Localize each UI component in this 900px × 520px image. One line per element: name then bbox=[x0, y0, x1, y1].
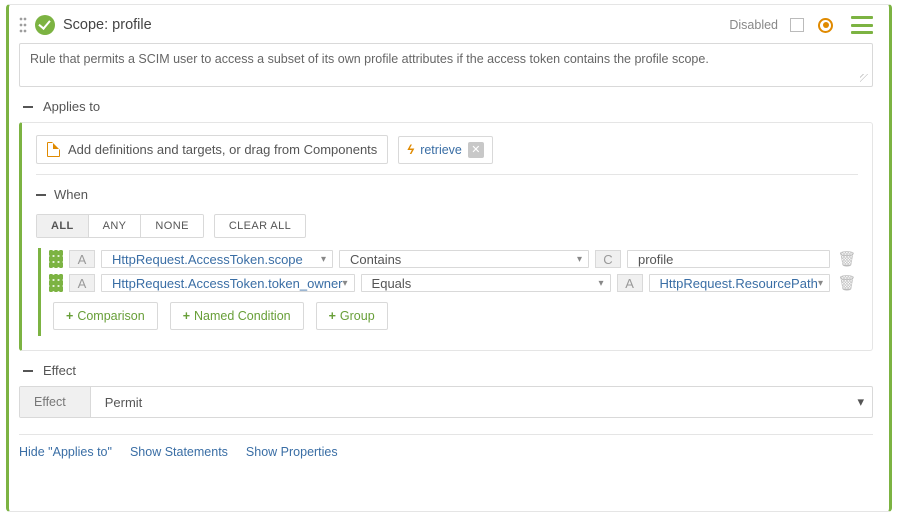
chevron-down-icon: ▾ bbox=[577, 254, 582, 265]
attribute-select[interactable]: HttpRequest.AccessToken.token_owner▾ bbox=[101, 274, 355, 292]
operand-type-tag[interactable]: C bbox=[595, 250, 621, 268]
drag-handle-icon[interactable] bbox=[49, 250, 63, 268]
disabled-label: Disabled bbox=[729, 18, 778, 32]
status-radio-icon[interactable] bbox=[818, 18, 833, 33]
applies-to-label: Applies to bbox=[43, 99, 100, 114]
lightning-icon: ϟ bbox=[407, 142, 414, 157]
retrieve-label: retrieve bbox=[420, 143, 462, 157]
attribute-select[interactable]: HttpRequest.AccessToken.scope▾ bbox=[101, 250, 333, 268]
operand-type-tag[interactable]: A bbox=[69, 250, 95, 268]
chevron-down-icon: ▾ bbox=[321, 254, 326, 265]
footer-links: Hide "Applies to" Show Statements Show P… bbox=[19, 434, 873, 459]
add-group-button[interactable]: +Group bbox=[316, 302, 388, 330]
menu-icon[interactable] bbox=[851, 16, 873, 34]
conditions-block: A HttpRequest.AccessToken.scope▾ Contain… bbox=[38, 248, 858, 336]
show-statements-link[interactable]: Show Statements bbox=[130, 445, 228, 459]
rule-description[interactable]: Rule that permits a SCIM user to access … bbox=[19, 43, 873, 87]
add-named-condition-button[interactable]: +Named Condition bbox=[170, 302, 304, 330]
effect-section-label: Effect bbox=[43, 363, 76, 378]
applies-to-header[interactable]: Applies to bbox=[23, 99, 873, 114]
plus-icon: + bbox=[183, 309, 190, 323]
status-enabled-icon bbox=[35, 15, 55, 35]
clear-all-button[interactable]: CLEAR ALL bbox=[214, 214, 306, 238]
rule-title: Scope: profile bbox=[63, 17, 152, 33]
logic-all-button[interactable]: ALL bbox=[37, 215, 89, 237]
chevron-down-icon: ▾ bbox=[343, 278, 348, 289]
operator-select[interactable]: Equals▾ bbox=[361, 274, 611, 292]
chevron-down-icon: ▾ bbox=[818, 278, 823, 289]
operator-select[interactable]: Contains▾ bbox=[339, 250, 589, 268]
when-label: When bbox=[54, 187, 88, 202]
effect-row: Effect Permit ▾ bbox=[19, 386, 873, 418]
plus-icon: + bbox=[329, 309, 336, 323]
definitions-hint: Add definitions and targets, or drag fro… bbox=[68, 142, 377, 157]
chevron-down-icon: ▾ bbox=[857, 394, 864, 410]
plus-icon: + bbox=[66, 309, 73, 323]
collapse-icon[interactable] bbox=[23, 370, 33, 372]
trash-icon[interactable]: 🗑 bbox=[836, 274, 858, 292]
operand-type-tag[interactable]: A bbox=[617, 274, 643, 292]
effect-field-label: Effect bbox=[20, 387, 91, 417]
trash-icon[interactable]: 🗑 bbox=[836, 250, 858, 268]
logic-any-button[interactable]: ANY bbox=[89, 215, 142, 237]
effect-header[interactable]: Effect bbox=[23, 363, 873, 378]
hide-applies-to-link[interactable]: Hide "Applies to" bbox=[19, 445, 112, 459]
attribute-select[interactable]: HttpRequest.ResourcePath▾ bbox=[649, 274, 830, 292]
collapse-icon[interactable] bbox=[23, 106, 33, 108]
condition-row: A HttpRequest.AccessToken.token_owner▾ E… bbox=[49, 274, 858, 292]
document-plus-icon bbox=[47, 142, 60, 157]
collapse-icon[interactable] bbox=[36, 194, 46, 196]
condition-row: A HttpRequest.AccessToken.scope▾ Contain… bbox=[49, 250, 858, 268]
logic-none-button[interactable]: NONE bbox=[141, 215, 202, 237]
definitions-dropzone[interactable]: Add definitions and targets, or drag fro… bbox=[36, 135, 388, 164]
effect-select[interactable]: Permit ▾ bbox=[91, 387, 872, 417]
show-properties-link[interactable]: Show Properties bbox=[246, 445, 338, 459]
drag-handle-icon[interactable] bbox=[19, 16, 27, 34]
chevron-down-icon: ▾ bbox=[599, 278, 604, 289]
operand-type-tag[interactable]: A bbox=[69, 274, 95, 292]
drag-handle-icon[interactable] bbox=[49, 274, 63, 292]
when-header[interactable]: When bbox=[36, 187, 858, 202]
remove-retrieve-button[interactable]: ✕ bbox=[468, 142, 484, 158]
applies-to-panel: Add definitions and targets, or drag fro… bbox=[19, 122, 873, 351]
rule-card: Scope: profile Disabled Rule that permit… bbox=[6, 4, 892, 512]
retrieve-chip[interactable]: ϟ retrieve ✕ bbox=[398, 136, 493, 164]
add-comparison-button[interactable]: +Comparison bbox=[53, 302, 158, 330]
value-input[interactable]: profile bbox=[627, 250, 830, 268]
rule-header: Scope: profile Disabled bbox=[19, 15, 873, 35]
disabled-checkbox[interactable] bbox=[790, 18, 804, 32]
logic-segmented-control: ALL ANY NONE bbox=[36, 214, 204, 238]
